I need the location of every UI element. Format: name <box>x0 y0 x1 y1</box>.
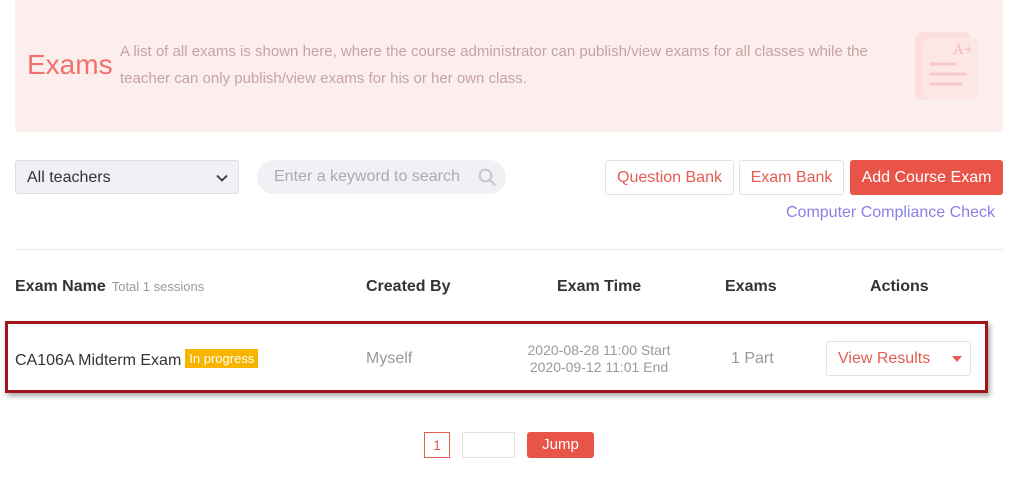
teacher-filter-select[interactable]: All teachers <box>15 160 239 194</box>
exam-start-time: 2020-08-28 11:00 Start <box>527 342 671 358</box>
exam-time-value: 2020-08-28 11:00 Start 2020-09-12 11:01 … <box>510 342 688 376</box>
total-sessions-count: Total 1 sessions <box>111 279 205 294</box>
page-banner: Exams A list of all exams is shown here,… <box>15 0 1003 132</box>
header-actions: Actions <box>870 278 929 295</box>
view-results-label: View Results <box>838 350 931 367</box>
search-input[interactable] <box>274 160 464 194</box>
section-divider <box>15 249 1003 250</box>
page-description: A list of all exams is shown here, where… <box>120 43 868 87</box>
view-results-dropdown[interactable]: View Results <box>826 341 971 376</box>
page-jump-input[interactable] <box>462 432 515 458</box>
caret-down-icon[interactable] <box>952 356 962 362</box>
grade-text: A+ <box>953 42 972 58</box>
exam-end-time: 2020-09-12 11:01 End <box>529 359 669 375</box>
compliance-check-link[interactable]: Computer Compliance Check <box>786 204 995 222</box>
teacher-filter-value: All teachers <box>27 169 111 186</box>
search-box <box>257 160 506 194</box>
page-number-current[interactable]: 1 <box>424 432 450 458</box>
header-created-by: Created By <box>366 278 451 295</box>
exam-name: CA106A Midterm Exam <box>15 352 182 369</box>
page-title: Exams <box>27 49 113 80</box>
header-exam-name-label: Exam Name <box>15 278 106 295</box>
status-badge: In progress <box>185 349 259 368</box>
exam-parts-value: 1 Part <box>731 350 774 367</box>
exam-bank-button[interactable]: Exam Bank <box>739 160 844 195</box>
search-icon[interactable] <box>478 168 496 186</box>
chevron-down-icon <box>216 174 228 182</box>
header-exam-name: Exam Name Total 1 sessions <box>15 278 204 296</box>
header-exams: Exams <box>725 278 777 295</box>
question-bank-button[interactable]: Question Bank <box>605 160 734 195</box>
table-row[interactable]: CA106A Midterm Exam In progress <box>15 349 259 370</box>
created-by-value: Myself <box>366 350 413 367</box>
add-course-exam-button[interactable]: Add Course Exam <box>850 160 1003 195</box>
header-exam-time: Exam Time <box>557 278 642 295</box>
jump-button[interactable]: Jump <box>527 432 594 458</box>
exam-paper-icon: A+ <box>915 32 979 100</box>
